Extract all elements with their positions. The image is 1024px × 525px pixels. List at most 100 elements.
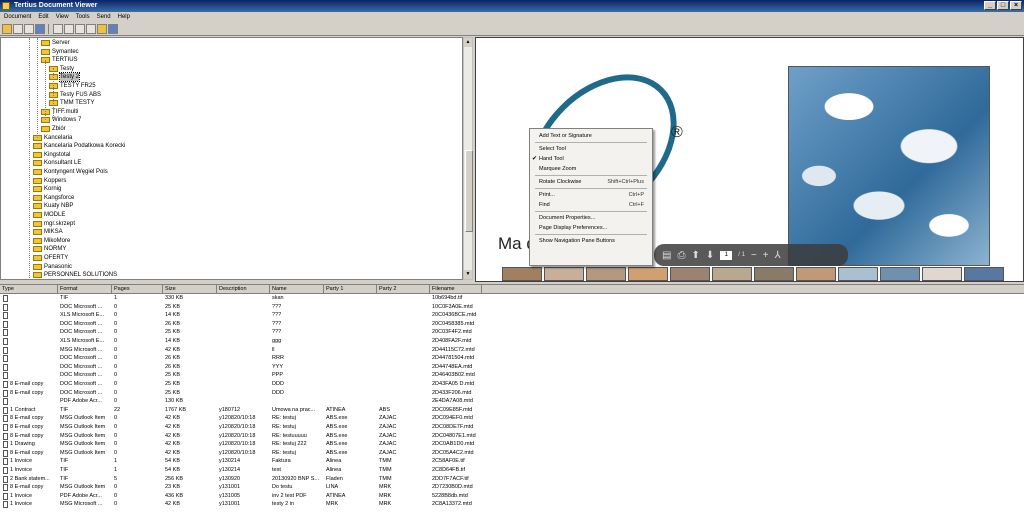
print-icon[interactable]: ⎙	[677, 250, 685, 261]
context-menu-item[interactable]: Rotate Clockwise Shift+Ctrl+Plus	[530, 177, 652, 187]
column-header[interactable]: Description	[217, 285, 270, 293]
menu-view[interactable]: View	[56, 12, 69, 22]
menu-tools[interactable]: Tools	[76, 12, 90, 22]
paste-icon[interactable]	[75, 23, 85, 34]
table-row[interactable]: TIF 1 330 KB skan 10b694bd.tif	[0, 294, 1024, 303]
table-row[interactable]: 8 E-mail copy MSG Outlook Item 0 23 KB y1310…	[0, 483, 1024, 492]
menu-edit[interactable]: Edit	[38, 12, 48, 22]
tree-node[interactable]: Konsultant LE	[33, 159, 81, 167]
table-row[interactable]: 8 E-mail copy MSG Outlook Item 0 42 KB y1208…	[0, 449, 1024, 458]
properties-icon[interactable]	[97, 23, 107, 34]
table-row[interactable]: 1 Drawing MSG Outlook Item 0 42 KB y120820/1…	[0, 440, 1024, 449]
tree-node[interactable]: PERSONNEL SOLUTIONS	[33, 271, 117, 279]
tree-node[interactable]: Kontyngent Węgiel Pols	[33, 168, 108, 176]
table-row[interactable]: DOC Microsoft ... 0 25 KB??? 20C03F4F2.mtd	[0, 328, 1024, 337]
context-menu-item[interactable]: Select Tool	[530, 144, 652, 154]
table-row[interactable]: 1 Invoice PDF Adobe Acr... 0 436 KB y131005 i…	[0, 492, 1024, 501]
context-menu-item[interactable]: Marquee Zoom	[530, 164, 652, 174]
context-menu-item[interactable]: Print... Ctrl+P	[530, 190, 652, 200]
tree-node[interactable]: Kingstotal	[33, 151, 70, 159]
column-header[interactable]: Size	[163, 285, 217, 293]
column-header[interactable]: Name	[270, 285, 324, 293]
tree-node[interactable]: Panasonic	[33, 263, 72, 271]
folder-tree[interactable]: Server Symantec TERTIUS Testy Testy 2 TESTY F…	[0, 37, 463, 280]
scroll-down-icon[interactable]: ▼	[464, 270, 472, 279]
cut-icon[interactable]	[53, 23, 63, 34]
context-menu-item[interactable]: Document Properties...	[530, 213, 652, 223]
tree-node[interactable]: TERTIUS	[41, 56, 78, 64]
column-header[interactable]: Type	[0, 285, 58, 293]
table-row[interactable]: 2 Bank statem... TIF 5 256 KB y130920 2013092…	[0, 475, 1024, 484]
menu-send[interactable]: Send	[97, 12, 111, 22]
table-row[interactable]: XLS Microsoft E... 0 14 KB??? 20C0436BCE.mt…	[0, 311, 1024, 320]
tree-node[interactable]: TMM TESTY	[49, 99, 95, 107]
column-header[interactable]: Format	[58, 285, 112, 293]
grid-icon[interactable]	[108, 23, 118, 34]
scroll-thumb[interactable]	[465, 150, 473, 232]
tree-node[interactable]: Kangsforce	[33, 194, 74, 202]
table-row[interactable]: PDF Adobe Acr... 0 130 KB 2E4DA7A08.mtd	[0, 397, 1024, 406]
maximize-button[interactable]: □	[997, 1, 1009, 10]
table-row[interactable]: XLS Microsoft E... 0 14 KB ggg 2D408FA2F.mtd	[0, 337, 1024, 346]
acrobat-icon[interactable]: ⅄	[775, 250, 781, 261]
column-header[interactable]: Filename	[430, 285, 482, 293]
table-row[interactable]: 1 Invoice TIF 1 54 KB y130214 test Alinea TMM 2C…	[0, 466, 1024, 475]
close-button[interactable]: ×	[1010, 1, 1022, 10]
table-row[interactable]: 8 E-mail copy MSG Outlook Item 0 42 KB y1208…	[0, 432, 1024, 441]
table-row[interactable]: 8 E-mail copy DOC Microsoft ... 0 25 KB DDD 2…	[0, 389, 1024, 398]
save-icon[interactable]	[13, 23, 23, 34]
table-row[interactable]: 1 Contract TIF 22 1767 KB y180712 Umowa na pr…	[0, 406, 1024, 415]
tree-node[interactable]: Koppers	[33, 177, 66, 185]
tree-node[interactable]: Kuaty NBP	[33, 202, 73, 210]
column-header[interactable]: Party 1	[324, 285, 377, 293]
zoom-out-icon[interactable]: −	[751, 250, 757, 261]
next-page-icon[interactable]: ⬇	[706, 250, 714, 261]
table-row[interactable]: DOC Microsoft ... 0 26 KB??? 20C0458385.mtd	[0, 320, 1024, 329]
delete-icon[interactable]	[86, 23, 96, 34]
context-menu-item[interactable]: Show Navigation Pane Buttons	[530, 236, 652, 246]
context-menu-item[interactable]: Add Text or Signature	[530, 131, 652, 141]
column-header[interactable]: Party 2	[377, 285, 430, 293]
table-row[interactable]: 8 E-mail copy DOC Microsoft ... 0 25 KB DDD 2…	[0, 380, 1024, 389]
tree-node[interactable]: Kancelaria Podatkowa Korecki	[33, 142, 125, 150]
tree-node[interactable]: Kornig	[33, 185, 61, 193]
save-icon[interactable]: ▤	[662, 250, 671, 261]
menu-document[interactable]: Document	[4, 12, 31, 22]
table-row[interactable]: DOC Microsoft ... 0 26 KB YYY 2D44748EA.mtd	[0, 363, 1024, 372]
tree-node[interactable]: TESTY FR25	[49, 82, 96, 90]
table-row[interactable]: 8 E-mail copy MSG Outlook Item 0 42 KB y1208…	[0, 423, 1024, 432]
context-menu-item[interactable]: ✔ Hand Tool	[530, 154, 652, 164]
minimize-button[interactable]: _	[984, 1, 996, 10]
tree-node[interactable]: OFERTY	[33, 254, 68, 262]
zoom-in-icon[interactable]: +	[763, 250, 769, 261]
tree-node[interactable]: mgr.skrzept	[33, 220, 75, 228]
tree-node[interactable]: NORMY	[33, 245, 66, 253]
folder-icon[interactable]	[2, 23, 12, 34]
context-menu-item[interactable]: Page Display Preferences...	[530, 223, 652, 233]
copy-icon[interactable]	[64, 23, 74, 34]
tree-node[interactable]: Kancelaria	[33, 134, 72, 142]
previous-page-icon[interactable]: ⬆	[691, 250, 699, 261]
tree-node[interactable]: MODLE	[33, 211, 65, 219]
print-icon[interactable]	[24, 23, 34, 34]
page-number-field[interactable]: 1	[720, 250, 733, 260]
tree-node[interactable]: Windows 7	[41, 116, 81, 124]
context-menu-item[interactable]: Find Ctrl+F	[530, 200, 652, 210]
tree-node[interactable]: Zbiór	[41, 125, 66, 133]
menu-help[interactable]: Help	[118, 12, 130, 22]
find-icon[interactable]	[35, 23, 45, 34]
tree-node[interactable]: TIFF.multi	[41, 108, 78, 116]
table-row[interactable]: 1 Invoice TIF 1 54 KB y130214 Faktura Alinea TM…	[0, 457, 1024, 466]
tree-node[interactable]: Server	[41, 39, 70, 47]
column-header[interactable]: Pages	[112, 285, 163, 293]
tree-node[interactable]: MIKSA	[33, 228, 63, 236]
tree-scrollbar[interactable]: ▲ ▼	[463, 37, 473, 280]
table-row[interactable]: DOC Microsoft ... 0 25 KB??? 10C0F3A0E.mtd	[0, 303, 1024, 312]
table-row[interactable]: 1 Invoice MSG Microsoft ... 0 42 KB y131001 t…	[0, 500, 1024, 509]
scroll-up-icon[interactable]: ▲	[464, 38, 472, 47]
table-row[interactable]: DOC Microsoft ... 0 25 KB PPP 2D46403B02.mtd	[0, 371, 1024, 380]
tree-node[interactable]: MikoMore	[33, 237, 70, 245]
table-row[interactable]: 8 E-mail copy MSG Outlook Item 0 42 KB y1208…	[0, 414, 1024, 423]
tree-node[interactable]: Testy FUS ABS	[49, 91, 101, 99]
table-row[interactable]: DOC Microsoft ... 0 26 KB RRR 2D44781504.mtd	[0, 354, 1024, 363]
